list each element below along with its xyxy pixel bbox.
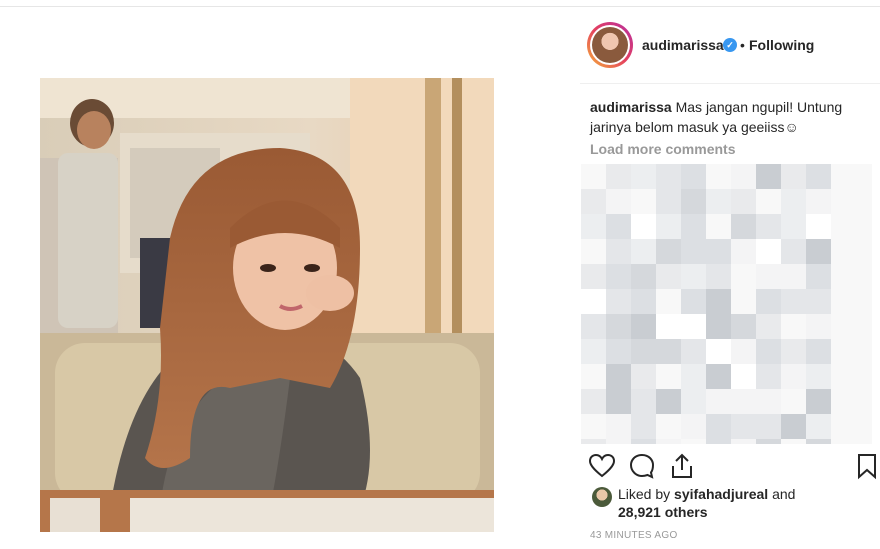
post-actions-bar [580,452,880,484]
username-link[interactable]: audimarissa [642,37,724,53]
post-timestamp[interactable]: 43 MINUTES AGO [590,530,678,541]
heart-icon[interactable] [588,452,616,480]
header-separator: • [740,37,745,53]
liker-username-link[interactable]: syifahadjureal [674,486,768,502]
top-divider [0,0,880,7]
avatar-ring-inner [590,25,630,65]
liked-by-label: Liked by [618,486,671,502]
following-button[interactable]: Following [749,37,814,53]
post-header: audimarissa ✓ • Following [580,7,880,84]
post-sidebar: audimarissa ✓ • Following audimarissa Ma… [580,7,880,549]
likes-text: Liked by syifahadjureal and 28,921 other… [618,485,818,521]
likes-summary: Liked by syifahadjureal and 28,921 other… [592,485,872,525]
likes-count-link[interactable]: 28,921 others [618,504,708,520]
bookmark-icon[interactable] [853,452,880,480]
liker-avatar[interactable] [592,487,612,507]
pixelated-comments-area [581,164,872,444]
post-photo[interactable] [40,78,494,532]
post-caption: audimarissa Mas jangan ngupil! Untung ja… [590,97,870,137]
caption-username-link[interactable]: audimarissa [590,99,672,115]
user-avatar[interactable] [587,22,633,68]
load-more-comments-button[interactable]: Load more comments [590,141,735,157]
pixelated-comments-image [581,164,872,444]
post-photo-image [40,78,494,532]
share-icon[interactable] [668,452,696,480]
avatar-photo [592,27,628,63]
liked-by-and: and [772,486,796,502]
verified-badge-icon: ✓ [723,38,737,52]
comment-icon[interactable] [628,452,656,480]
